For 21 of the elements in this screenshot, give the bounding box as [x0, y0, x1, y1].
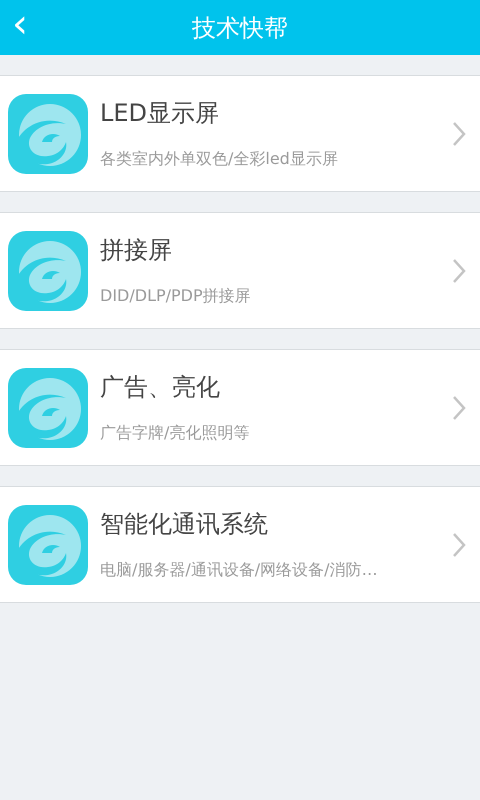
chevron-right-icon	[452, 258, 466, 284]
item-subtitle: DID/DLP/PDP拼接屏	[100, 286, 252, 307]
wave-logo-icon	[8, 368, 88, 448]
chevron-right-icon	[452, 394, 466, 420]
wave-logo-icon	[8, 230, 88, 310]
page-title: 技术快帮	[192, 12, 288, 44]
wave-logo-icon	[8, 94, 88, 174]
item-subtitle: 各类室内外单双色/全彩led显示屏	[100, 149, 339, 170]
category-item[interactable]: 智能化通讯系统 电脑/服务器/通讯设备/网络设备/消防…	[0, 486, 480, 603]
wave-logo-icon	[8, 504, 88, 584]
item-title: LED显示屏	[100, 98, 220, 129]
item-subtitle: 广告字牌/亮化照明等	[100, 423, 250, 444]
category-item[interactable]: LED显示屏 各类室内外单双色/全彩led显示屏	[0, 75, 480, 192]
chevron-right-icon	[452, 532, 466, 558]
item-title: 拼接屏	[100, 235, 173, 266]
item-title: 智能化通讯系统	[100, 509, 269, 540]
item-title: 广告、亮化	[100, 372, 221, 403]
category-item[interactable]: 拼接屏 DID/DLP/PDP拼接屏	[0, 212, 480, 329]
chevron-right-icon	[452, 120, 466, 146]
item-subtitle: 电脑/服务器/通讯设备/网络设备/消防…	[100, 560, 379, 581]
category-item[interactable]: 广告、亮化 广告字牌/亮化照明等	[0, 349, 480, 466]
